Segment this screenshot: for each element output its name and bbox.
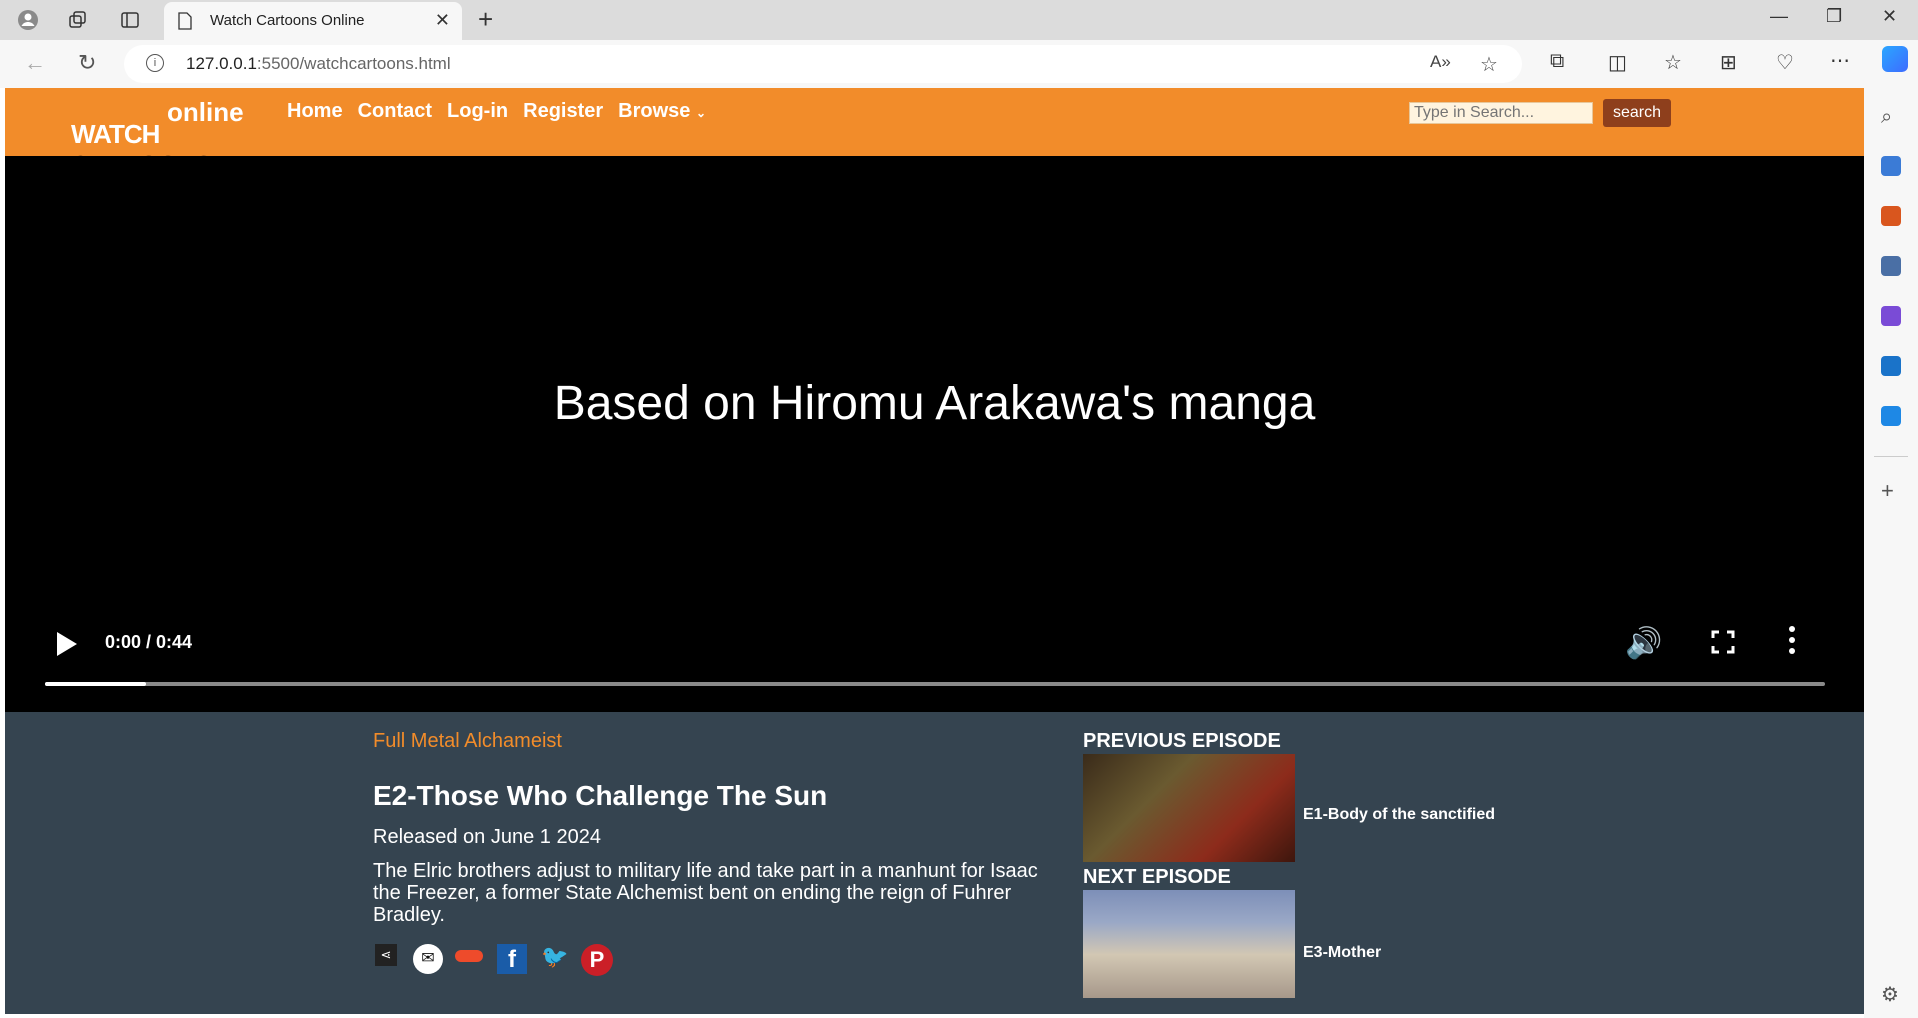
active-tab[interactable]: Watch Cartoons Online ✕ [164,2,462,40]
next-episode-link[interactable]: E3-Mother [1303,944,1381,962]
chevron-down-icon: ⌄ [695,106,707,120]
previous-episode-heading: PREVIOUS EPISODE [1083,730,1281,752]
nav-browse[interactable]: Browse ⌄ [618,100,706,123]
page-icon [178,12,192,30]
favorites-icon[interactable]: ☆ [1664,50,1682,75]
pinterest-icon[interactable]: P [581,944,613,976]
site-navbar: online WATCH CARTOONS Home Contact Log-i… [5,88,1864,180]
search-icon[interactable]: ⌕ [1881,106,1901,128]
microsoft-365-icon[interactable] [1881,306,1901,326]
episode-title: E2-Those Who Challenge The Sun [373,780,828,811]
close-window-icon[interactable]: ✕ [1882,6,1897,27]
series-title[interactable]: Full Metal Alchameist [373,730,562,753]
site-logo[interactable]: online WATCH CARTOONS [67,95,267,180]
next-episode-heading: NEXT EPISODE [1083,866,1231,888]
video-player[interactable]: Based on Hiromu Arakawa's manga 0:00 / 0… [5,156,1864,712]
next-episode-thumbnail[interactable] [1083,890,1295,998]
more-options-icon[interactable] [1789,626,1795,658]
share-icon[interactable]: ⋖ [375,944,397,966]
facebook-icon[interactable]: f [497,944,527,974]
url-text[interactable]: 127.0.0.1:5500/watchcartoons.html [186,54,451,74]
browser-sidebar: ⌕ + ⚙ [1864,88,1918,1018]
browser-tab-bar: Watch Cartoons Online ✕ + — ❐ ✕ [0,0,1918,40]
games-icon[interactable] [1881,256,1901,276]
search-input[interactable] [1409,102,1593,124]
reddit-icon[interactable] [455,950,483,962]
close-tab-icon[interactable]: ✕ [435,10,450,31]
play-icon[interactable] [57,632,77,656]
add-icon[interactable]: + [1881,480,1901,502]
video-caption: Based on Hiromu Arakawa's manga [553,377,1316,430]
shopping-icon[interactable] [1881,156,1901,176]
copilot-icon[interactable] [1882,46,1908,72]
nav-login[interactable]: Log-in [447,100,508,123]
restore-icon[interactable]: ❐ [1826,6,1842,27]
tools-icon[interactable] [1881,206,1901,226]
workspaces-icon[interactable] [66,8,90,32]
new-tab-icon[interactable]: + [478,6,493,32]
send-icon[interactable] [1881,406,1901,426]
video-progress-bar[interactable] [45,682,1825,686]
vertical-tabs-icon[interactable] [118,8,142,32]
tab-title: Watch Cartoons Online [210,12,365,29]
twitter-icon[interactable]: 🐦 [541,944,568,970]
page: online WATCH CARTOONS Home Contact Log-i… [5,88,1864,1014]
main-menu: Home Contact Log-in Register Browse ⌄ [287,100,706,123]
site-info-icon[interactable]: i [146,54,164,72]
favorite-star-icon[interactable]: ☆ [1480,52,1498,77]
url-box[interactable]: i 127.0.0.1:5500/watchcartoons.html A» ☆ [124,45,1522,83]
video-time: 0:00 / 0:44 [105,632,193,652]
address-bar: ← ↻ i 127.0.0.1:5500/watchcartoons.html … [0,40,1918,88]
back-icon[interactable]: ← [24,50,46,76]
video-progress-fill [45,682,147,686]
outlook-icon[interactable] [1881,356,1901,376]
collections-icon[interactable]: ⊞ [1720,50,1737,75]
nav-home[interactable]: Home [287,100,343,123]
fullscreen-icon[interactable] [1711,630,1735,654]
sidebar-divider [1874,456,1908,457]
minimize-icon[interactable]: — [1770,6,1788,27]
split-screen-icon[interactable]: ◫ [1608,50,1627,75]
release-date: Released on June 1 2024 [373,826,601,848]
extensions-icon[interactable]: ⧉ [1550,50,1564,73]
settings-more-icon[interactable]: ⋯ [1830,48,1850,73]
nav-register[interactable]: Register [523,100,603,123]
read-aloud-icon[interactable]: A» [1430,52,1451,72]
profile-icon[interactable] [16,8,40,32]
previous-episode-link[interactable]: E1-Body of the sanctified [1303,806,1495,824]
previous-episode-thumbnail[interactable] [1083,754,1295,862]
browser-essentials-icon[interactable]: ♡ [1776,50,1794,75]
volume-icon[interactable]: 🔊 [1625,626,1662,661]
search-button[interactable]: search [1603,99,1671,127]
episode-description: The Elric brothers adjust to military li… [373,860,1038,926]
sidebar-settings-icon[interactable]: ⚙ [1881,982,1901,1006]
refresh-icon[interactable]: ↻ [78,50,96,76]
email-icon[interactable]: ✉ [413,944,443,974]
nav-contact[interactable]: Contact [358,100,432,123]
